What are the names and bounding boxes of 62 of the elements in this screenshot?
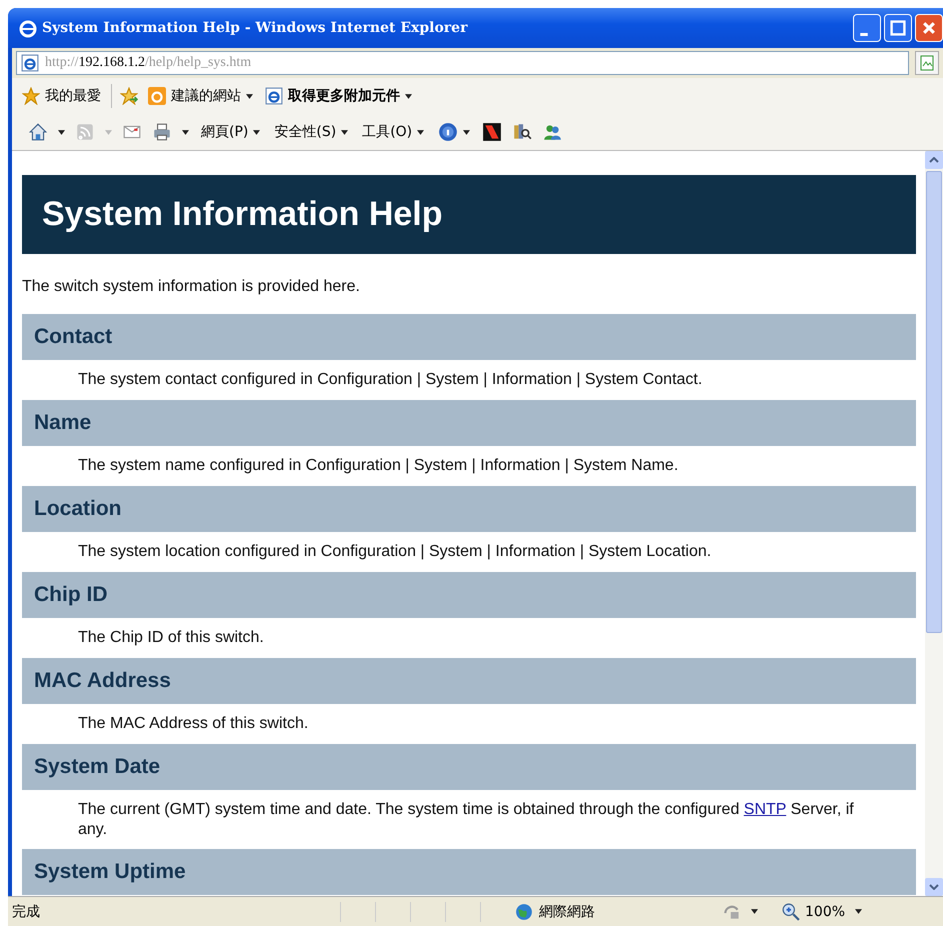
maximize-icon: [890, 20, 906, 36]
zoom-button[interactable]: 100%: [780, 900, 848, 922]
zoom-icon: [782, 902, 800, 920]
intro-text: The switch system information is provided here.: [22, 278, 361, 296]
scroll-down-icon[interactable]: [929, 884, 939, 890]
command-menu[interactable]: 安全性(S): [272, 121, 350, 143]
window-title: System Information Help - Windows Internet Explorer: [42, 20, 469, 36]
minimize-button[interactable]: [853, 14, 881, 42]
address-field[interactable]: http://192.168.1.2/help/help_sys.htm: [16, 51, 909, 75]
caret-icon[interactable]: [182, 130, 189, 134]
scroll-up-icon[interactable]: [929, 157, 939, 163]
page-icon: [919, 55, 935, 71]
section-description: The system location configured in Configuration | System | Information | System Location.: [78, 542, 712, 562]
home-icon[interactable]: [28, 122, 48, 142]
close-icon: [921, 20, 937, 36]
vertical-scrollbar[interactable]: [925, 151, 943, 896]
help-button[interactable]: [436, 120, 472, 144]
link[interactable]: SNTP: [744, 801, 786, 818]
suggested-sites-icon: [148, 87, 166, 105]
favorites-bar-item[interactable]: 建議的網站: [146, 85, 255, 107]
minimize-icon: [860, 33, 868, 36]
section-description: The system contact configured in Configuration | System | Information | System Contact.: [78, 370, 704, 390]
browser-page-icon: [265, 87, 283, 105]
caret-icon: [341, 130, 348, 134]
caret-icon[interactable]: [58, 130, 65, 134]
caret-icon[interactable]: [751, 909, 758, 914]
section-description: The Chip ID of this switch.: [78, 628, 265, 648]
caret-icon: [253, 130, 260, 134]
section-heading: MAC Address: [34, 669, 171, 693]
caret-icon: [463, 130, 470, 134]
close-button[interactable]: [915, 14, 943, 42]
add-favorite-icon[interactable]: [120, 87, 138, 105]
caret-icon: [246, 94, 253, 98]
research-icon[interactable]: [512, 122, 532, 142]
favorites-bar-item[interactable]: 取得更多附加元件: [263, 85, 414, 107]
favorites-button[interactable]: 我的最愛: [20, 85, 103, 107]
maximize-button[interactable]: [884, 14, 912, 42]
section-description: The MAC Address of this switch.: [78, 714, 310, 734]
globe-icon: [515, 902, 533, 920]
page-title: System Information Help: [42, 195, 443, 234]
help-icon: [438, 122, 458, 142]
scrollbar-thumb[interactable]: [926, 171, 942, 633]
status-text: 完成: [12, 902, 41, 920]
section-heading: Location: [34, 497, 122, 521]
section-heading: System Date: [34, 755, 160, 779]
caret-icon: [405, 94, 412, 98]
section-heading: Chip ID: [34, 583, 108, 607]
section-heading: Name: [34, 411, 92, 435]
browser-page-icon: [21, 54, 39, 72]
section-description: The current (GMT) system time and date. The system time is obtained through the configured SNTP Server, if any.: [78, 800, 855, 840]
printer-icon[interactable]: [152, 122, 172, 142]
section-heading: System Uptime: [34, 860, 186, 884]
command-menu[interactable]: 網頁(P): [199, 121, 262, 143]
section-heading: Contact: [34, 325, 112, 349]
star-icon: [22, 87, 40, 105]
compatibility-button[interactable]: [915, 51, 939, 75]
section-description: The system name configured in Configuration | System | Information | System Name.: [78, 456, 680, 476]
command-menu[interactable]: 工具(O): [360, 121, 426, 143]
security-zone: 網際網路: [515, 902, 705, 920]
browser-logo-icon: [18, 18, 38, 38]
caret-icon[interactable]: [855, 909, 862, 914]
caret-icon: [417, 130, 424, 134]
